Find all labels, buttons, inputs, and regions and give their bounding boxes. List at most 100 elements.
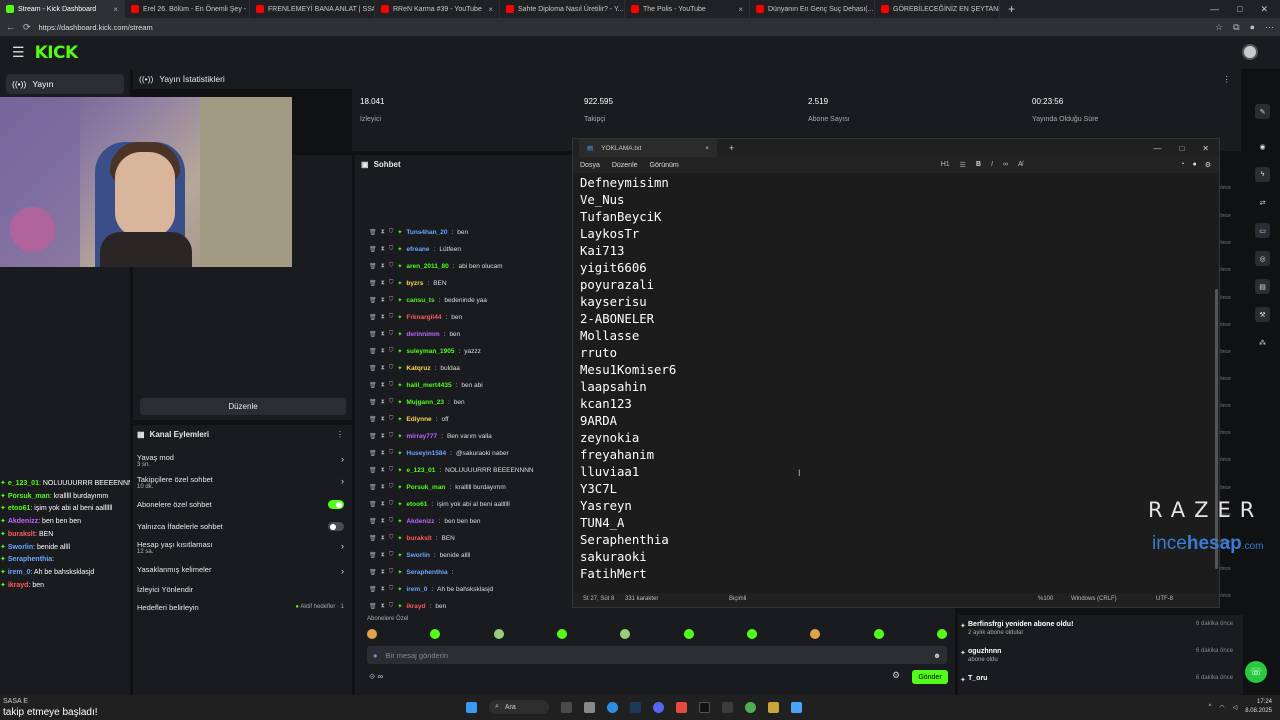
ban-icon[interactable]: ⛉ (389, 552, 394, 559)
emoji-icon[interactable]: ☻ (933, 651, 941, 660)
timeout-icon[interactable]: ⧗ (381, 586, 385, 593)
timeout-icon[interactable]: ⧗ (381, 416, 385, 423)
url-field[interactable]: https://dashboard.kick.com/stream (39, 23, 153, 32)
taskbar-search[interactable]: ⌕ Ara (489, 700, 549, 714)
minimize-icon[interactable]: — (1153, 144, 1161, 153)
wrench-icon[interactable]: ⚒ (1255, 307, 1270, 322)
channel-action-row[interactable]: Takipçilere özel sohbet 10 dk. › (137, 475, 348, 490)
chevron-right-icon[interactable]: › (341, 476, 344, 486)
ban-icon[interactable]: ⛉ (389, 433, 394, 440)
more-icon[interactable]: ⋮ (1223, 74, 1232, 85)
menu-file[interactable]: Dosya (580, 162, 600, 169)
maximize-icon[interactable]: □ (1179, 144, 1184, 153)
timeout-icon[interactable]: ⧗ (381, 297, 385, 304)
delete-icon[interactable]: 🗑 (369, 467, 377, 474)
format-indicator[interactable]: Biçimli (729, 596, 746, 602)
edit-button[interactable]: Düzenle (140, 398, 346, 415)
timeout-icon[interactable]: ⧗ (381, 399, 385, 406)
notepad-taskbar-icon[interactable] (791, 701, 802, 713)
wifi-icon[interactable]: ◠ (1219, 704, 1224, 711)
emote-icon[interactable] (620, 629, 631, 639)
menu-icon[interactable]: ⋯ (1265, 22, 1274, 33)
delete-icon[interactable]: 🗑 (369, 552, 377, 559)
emote-icon[interactable] (873, 629, 884, 639)
steam-icon[interactable] (630, 701, 641, 713)
minimize-icon[interactable]: — (1210, 4, 1219, 15)
delete-icon[interactable]: 🗑 (369, 382, 377, 389)
timeout-icon[interactable]: ⧗ (381, 552, 385, 559)
more-icon[interactable]: ⋮ (336, 430, 344, 439)
chat-username[interactable]: Tuns4han_20 (406, 229, 447, 236)
emote-icon[interactable] (683, 629, 694, 639)
timeout-icon[interactable]: ⧗ (381, 484, 385, 491)
list-icon[interactable]: ☰ (960, 161, 966, 169)
ban-icon[interactable]: ⛉ (389, 263, 394, 270)
delete-icon[interactable]: 🗑 (369, 433, 377, 440)
chat-username[interactable]: derinnimm (406, 331, 439, 338)
copilot-icon[interactable]: ◔ (1180, 161, 1184, 169)
pencil-icon[interactable]: ✎ (1255, 104, 1270, 119)
ban-icon[interactable]: ⛉ (389, 280, 394, 287)
notepad-text[interactable]: Defneymisimn Ve_Nus TufanBeyciK LaykosTr Kai… (580, 175, 1200, 585)
emote-icon[interactable] (556, 629, 567, 639)
delete-icon[interactable]: 🗑 (369, 365, 377, 372)
chat-username[interactable]: cansu_ts (406, 297, 434, 304)
timeout-icon[interactable]: ⧗ (381, 518, 385, 525)
delete-icon[interactable]: 🗑 (369, 246, 377, 253)
ban-icon[interactable]: ⛉ (389, 501, 394, 508)
emote-icon[interactable] (746, 629, 757, 639)
ban-icon[interactable]: ⛉ (389, 382, 394, 389)
layers-icon[interactable]: ▤ (1255, 279, 1270, 294)
x-icon[interactable] (699, 701, 710, 713)
ban-icon[interactable]: ⛉ (389, 535, 394, 542)
volume-icon[interactable]: ◁ (1233, 704, 1238, 711)
emote-icon[interactable] (430, 629, 441, 639)
kick-logo[interactable]: KICK (35, 43, 79, 63)
chat-bubble-icon[interactable]: ▭ (1255, 223, 1270, 238)
chat-username[interactable]: irem_0 (406, 586, 427, 593)
browser-tab[interactable]: Stream - Kick Dashboard × (0, 0, 125, 18)
broadcast-icon[interactable]: ◎ (1255, 251, 1270, 266)
avatar[interactable] (1242, 44, 1258, 60)
channel-action-row[interactable]: Yavaş mod 3 sn. › (137, 453, 348, 468)
explorer-icon[interactable] (584, 701, 595, 713)
media-icon[interactable] (722, 701, 733, 713)
hamburger-icon[interactable]: ☰ (12, 44, 25, 61)
tray-chevron-icon[interactable]: ^ (1209, 704, 1212, 710)
clear-format-icon[interactable]: A̸ (1018, 161, 1023, 169)
chat-username[interactable]: etoo61 (406, 501, 427, 508)
reload-icon[interactable]: ⟳ (23, 22, 31, 33)
chevron-right-icon[interactable]: › (341, 566, 344, 576)
settings-icon[interactable]: ⚙ (1205, 161, 1211, 169)
ban-icon[interactable]: ⛉ (389, 314, 394, 321)
new-tab-icon[interactable]: + (729, 143, 734, 153)
chat-tools[interactable]: ⟐ ∞ (369, 672, 383, 682)
browser-tab[interactable]: The Polis - YouTube × (625, 0, 750, 18)
chat-username[interactable]: Huseyin1584 (406, 450, 446, 457)
chat-username[interactable]: aren_2011_80 (406, 263, 448, 270)
channel-action-row[interactable]: Hedefleri belirleyin ● Aktif hedefler · 1 (137, 603, 348, 612)
delete-icon[interactable]: 🗑 (369, 229, 377, 236)
ban-icon[interactable]: ⛉ (389, 450, 394, 457)
browser-tab[interactable]: Sahte Diploma Nasıl Üretilir? - Y...× (500, 0, 625, 18)
chat-username[interactable]: byzrs (406, 280, 423, 287)
delete-icon[interactable]: 🗑 (369, 586, 377, 593)
delete-icon[interactable]: 🗑 (369, 314, 377, 321)
support-chat-button[interactable]: ☏ (1245, 661, 1267, 683)
chat-username[interactable]: Akdenizz (406, 518, 434, 525)
chat-username[interactable]: Katqruz (406, 365, 430, 372)
edge-icon[interactable] (607, 701, 618, 713)
browser-tab[interactable]: Dünyanın En Genç Suç Dehası(...× (750, 0, 875, 18)
app-icon[interactable] (676, 701, 687, 713)
ban-icon[interactable]: ⛉ (389, 365, 394, 372)
camera-icon[interactable]: ◉ (1255, 139, 1270, 154)
close-icon[interactable]: ✕ (1202, 144, 1209, 153)
delete-icon[interactable]: 🗑 (369, 569, 377, 576)
timeout-icon[interactable]: ⧗ (381, 450, 385, 457)
tool-icon[interactable] (768, 701, 779, 713)
message-input[interactable]: ● Bir mesaj gönderin ☻ (367, 646, 947, 664)
timeout-icon[interactable]: ⧗ (381, 246, 385, 253)
share-icon[interactable]: ⇄ (1255, 195, 1270, 210)
chrome-icon[interactable] (745, 701, 756, 713)
menu-edit[interactable]: Düzenle (612, 162, 638, 169)
